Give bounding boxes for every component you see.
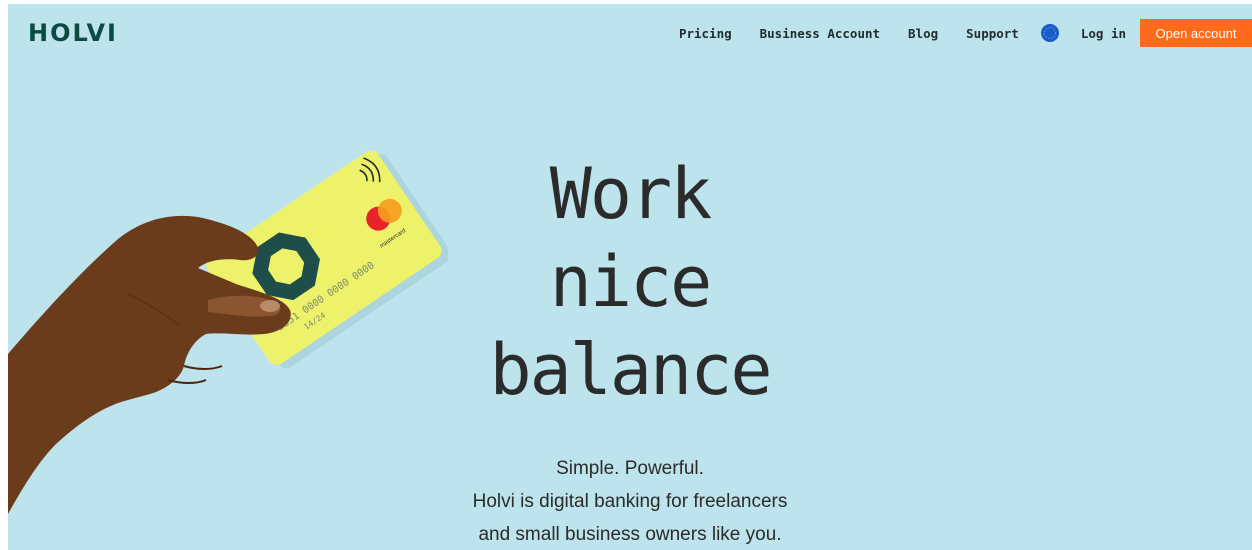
nav-business-account[interactable]: Business Account: [760, 26, 880, 41]
hero-title-line-3: balance: [489, 329, 772, 411]
nav-pricing[interactable]: Pricing: [679, 26, 732, 41]
landing-page: HOLVI Pricing Business Account Blog Supp…: [8, 4, 1252, 550]
hero-subtitle-line-2: Holvi is digital banking for freelancers: [472, 491, 788, 512]
hero-subtitle-line-3: and small business owners like you.: [478, 524, 782, 545]
open-account-button[interactable]: Open account: [1140, 19, 1252, 47]
holvi-logo[interactable]: HOLVI: [28, 19, 118, 47]
globe-icon[interactable]: [1040, 24, 1059, 42]
hero-title-line-2: nice: [549, 241, 713, 323]
hero-subtitle: Simple. Powerful. Holvi is digital banki…: [8, 452, 1252, 550]
login-link[interactable]: Log in: [1081, 26, 1126, 41]
nav-blog[interactable]: Blog: [908, 26, 938, 41]
top-nav: Pricing Business Account Blog Support Lo…: [679, 19, 1252, 47]
hero-subtitle-line-1: Simple. Powerful.: [556, 458, 704, 479]
nav-support[interactable]: Support: [966, 26, 1019, 41]
hero-title: Work nice balance: [8, 150, 1252, 414]
hero-title-line-1: Work: [549, 153, 713, 235]
